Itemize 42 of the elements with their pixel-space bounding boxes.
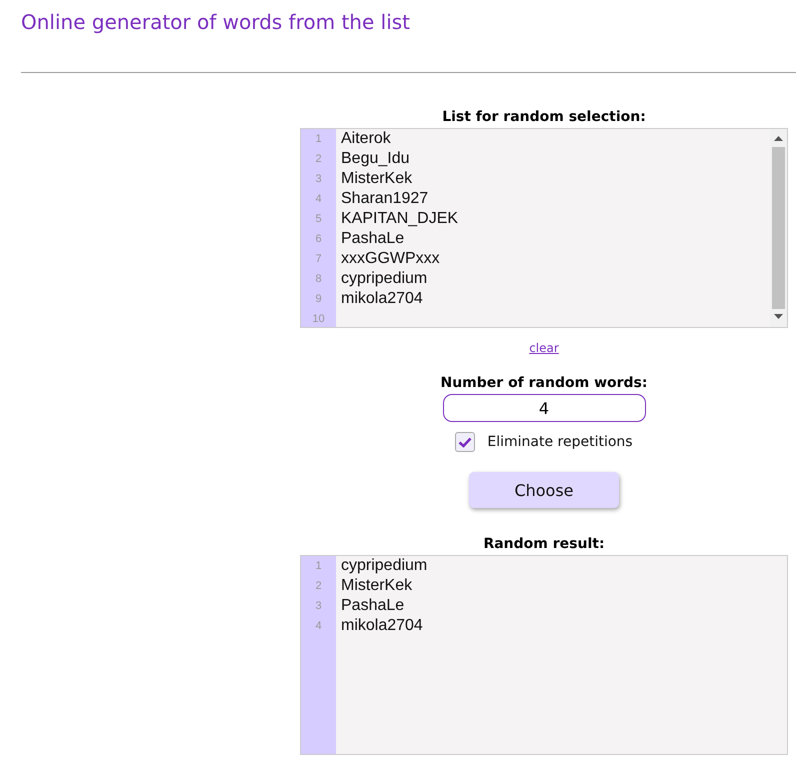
editor-line: Sharan1927 (341, 189, 428, 209)
scrollbar[interactable] (770, 129, 787, 327)
line-number: 3 (315, 172, 322, 187)
line-number: 1 (315, 559, 322, 574)
editor-line: mikola2704 (341, 616, 423, 636)
editor-line: Aiterok (341, 129, 391, 149)
result-label: Random result: (483, 535, 605, 554)
line-number: 6 (315, 232, 322, 247)
line-number: 5 (315, 212, 322, 227)
check-icon (458, 436, 472, 448)
text-editor[interactable]: 1 2 3 4 5 6 7 8 9 10 Aiterok Begu_Idu MisterKek Sharan1927 KAPITAN_DJEK PashaLe xxxGGWPxxx cypripedium mikola2704 (300, 128, 788, 328)
editor-line: mikola2704 (341, 289, 423, 309)
editor-line: cypripedium (341, 556, 428, 576)
editor-line: MisterKek (341, 576, 412, 596)
line-number: 3 (315, 599, 322, 614)
page-title: Online generator of words from the list (20, 9, 412, 36)
editor-line: PashaLe (341, 596, 404, 616)
scroll-down-icon[interactable] (774, 314, 783, 320)
line-number: 4 (315, 619, 322, 634)
line-number: 8 (315, 272, 322, 287)
scroll-up-icon[interactable] (774, 136, 783, 142)
line-number: 2 (315, 152, 322, 167)
text-editor[interactable]: 1 2 3 4 cypripedium MisterKek PashaLe mikola2704 (300, 555, 788, 755)
editor-line: KAPITAN_DJEK (341, 209, 458, 229)
choose-button[interactable]: Choose (469, 472, 619, 508)
checkbox-label: Eliminate repetitions (487, 434, 633, 450)
line-number: 2 (315, 579, 322, 594)
editor-line: PashaLe (341, 229, 404, 249)
count-label: Number of random words: (440, 374, 648, 393)
line-number: 4 (315, 192, 322, 207)
line-number: 7 (315, 252, 322, 267)
clear-link[interactable]: clear (529, 338, 559, 358)
checkbox[interactable] (455, 432, 476, 452)
editor-line: xxxGGWPxxx (341, 249, 440, 269)
editor-line: cypripedium (341, 269, 428, 289)
line-number: 10 (312, 312, 325, 327)
line-number: 9 (315, 292, 322, 307)
count-field[interactable]: 4 (442, 394, 646, 422)
line-number: 1 (315, 132, 322, 147)
editor-line: MisterKek (341, 169, 412, 189)
editor-line: Begu_Idu (341, 149, 410, 169)
list-label: List for random selection: (442, 108, 646, 127)
